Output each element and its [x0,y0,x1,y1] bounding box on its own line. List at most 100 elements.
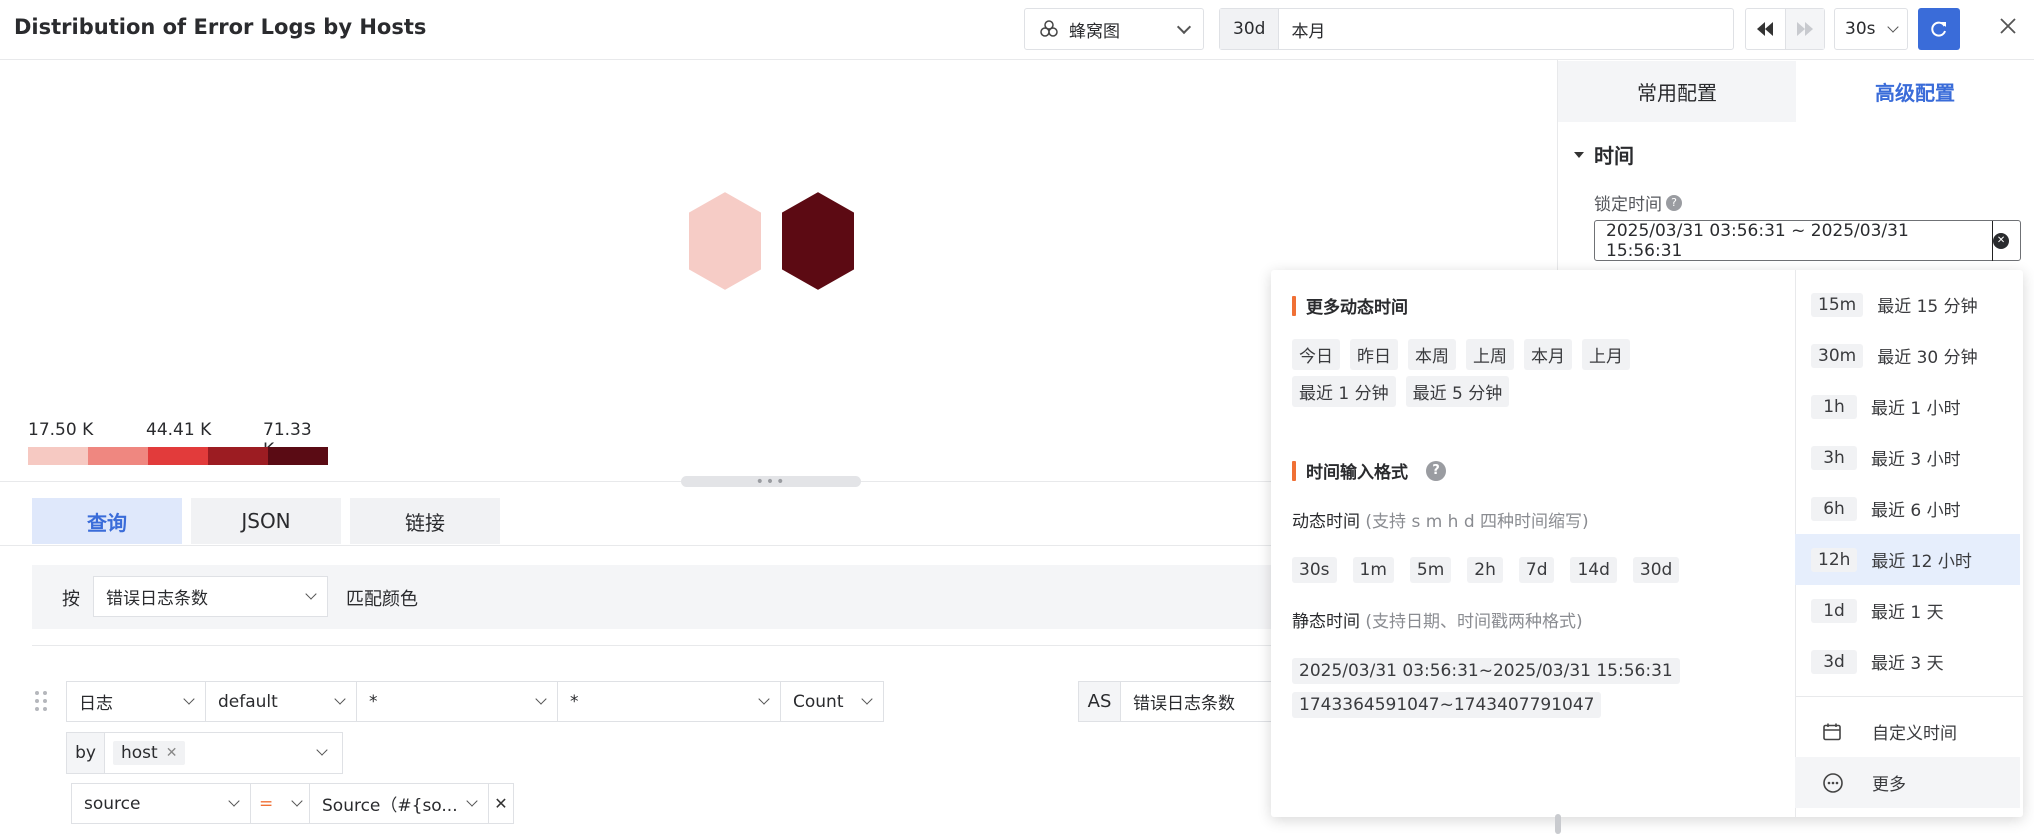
calendar-icon [1823,723,1841,740]
chart-type-label: 蜂窝图 [1069,21,1120,42]
quick-option-12h[interactable]: 12h 最近 12 小时 [1795,534,2020,585]
filter-op-select[interactable]: = [250,783,310,824]
hex-cell[interactable] [780,190,856,292]
step-forward-button[interactable] [1785,9,1824,49]
quick-option-1d[interactable]: 1d 最近 1 天 [1795,585,2020,636]
time-nav-group [1745,8,1825,50]
more-icon [1823,772,1843,793]
chip-this-week[interactable]: 本周 [1408,339,1456,370]
page-title: Distribution of Error Logs by Hosts [14,15,427,39]
legend: 17.50 K 44.41 K 71.33 K [28,420,328,468]
chip-today[interactable]: 今日 [1292,339,1340,370]
example-chip: 30s [1292,557,1337,583]
remove-filter-button[interactable]: ✕ [488,783,514,824]
divider [32,645,1272,646]
index-value: default [218,691,278,712]
chart-type-select[interactable]: 蜂窝图 [1024,8,1204,50]
legend-tick: 17.50 K [28,420,94,440]
quick-option-3h[interactable]: 3h 最近 3 小时 [1795,432,2020,483]
tab-advanced-config[interactable]: 高级配置 [1796,61,2034,122]
alias-input[interactable]: 错误日志条数 [1120,681,1280,722]
tab-link[interactable]: 链接 [350,498,500,544]
chevron-down-icon [1887,20,1899,33]
chevron-down-icon [228,795,240,807]
chip-last-1-min[interactable]: 最近 1 分钟 [1292,376,1396,407]
chevron-down-icon [316,744,328,756]
group-by-field[interactable]: by host ✕ [66,732,343,774]
field-value-2: * [570,691,579,712]
chevron-down-icon [535,693,547,705]
group-by-label: by [67,733,105,773]
custom-time-option[interactable]: 自定义时间 [1795,706,2020,757]
as-label: AS [1078,681,1121,722]
filter-value-select[interactable]: Source（#{so... [309,783,489,824]
index-select[interactable]: default [205,681,357,722]
legend-swatch [148,447,208,465]
drag-handle-icon[interactable] [34,690,48,712]
step-back-button[interactable] [1746,9,1786,49]
chevron-down-icon [183,693,195,705]
time-range-picker[interactable]: 30d 本月 [1219,8,1734,50]
legend-tick: 44.41 K [146,420,212,440]
metric-value: 错误日志条数 [106,589,208,609]
agg-value: Count [793,691,844,712]
chip-last-5-min[interactable]: 最近 5 分钟 [1405,376,1510,407]
quick-option-30m[interactable]: 30m 最近 30 分钟 [1795,330,2020,381]
alias-value: 错误日志条数 [1133,694,1235,714]
popover-divider [1796,696,2023,697]
legend-gradient [28,447,328,465]
clear-icon[interactable]: ✕ [1993,232,2009,249]
help-icon[interactable]: ? [1426,460,1446,481]
divider [0,545,1272,546]
help-icon[interactable]: ? [1666,194,1682,211]
chevron-down-icon [466,795,478,807]
source-type-select[interactable]: 日志 [66,681,206,722]
close-icon[interactable] [1996,14,2020,38]
quick-option-15m[interactable]: 15m 最近 15 分钟 [1795,279,2020,330]
section-time-header[interactable]: 时间 [1574,140,1634,169]
field-select-2[interactable]: * [557,681,781,722]
quick-option-3d[interactable]: 3d 最近 3 天 [1795,636,2020,687]
dynamic-time-title: 更多动态时间 [1292,293,1782,318]
tab-json[interactable]: JSON [191,498,341,544]
chevron-down-icon [334,693,346,705]
format-title: 时间输入格式 ? [1292,458,1782,483]
field-select-1[interactable]: * [356,681,558,722]
scrollbar[interactable] [1555,814,1561,834]
chevron-down-icon [758,693,770,705]
refresh-interval-select[interactable]: 30s [1834,8,1908,50]
example-chip: 1m [1352,557,1394,583]
filter-field-value: source [84,793,141,814]
chip-this-month[interactable]: 本月 [1524,339,1572,370]
tab-common-config[interactable]: 常用配置 [1558,61,1796,122]
lock-time-label: 锁定时间 [1594,195,1662,215]
chip-last-month[interactable]: 上月 [1582,339,1630,370]
lock-time-input[interactable]: 2025/03/31 03:56:31 ~ 2025/03/31 15:56:3… [1594,220,2021,261]
chip-last-week[interactable]: 上周 [1466,339,1514,370]
example-chip: 2h [1467,557,1503,583]
tab-query[interactable]: 查询 [32,498,182,544]
chip-yesterday[interactable]: 昨日 [1350,339,1398,370]
resize-handle[interactable]: ••• [681,475,861,489]
example-chip: 2025/03/31 03:56:31~2025/03/31 15:56:31 [1292,658,1680,684]
group-by-tag[interactable]: host ✕ [113,741,186,765]
section-title: 时间 [1594,144,1634,168]
legend-swatch [268,447,328,465]
chevron-down-icon [305,588,317,600]
filter-op-value: = [259,793,274,814]
honeycomb-chart [687,190,856,292]
agg-select[interactable]: Count [780,681,884,722]
hex-cell[interactable] [687,190,763,292]
remove-tag-icon[interactable]: ✕ [166,745,178,761]
quick-option-1h[interactable]: 1h 最近 1 小时 [1795,381,2020,432]
filter-field-select[interactable]: source [71,783,251,824]
more-option[interactable]: 更多 [1795,757,2020,808]
metric-select[interactable]: 错误日志条数 [93,576,328,617]
chevron-down-icon [291,795,303,807]
refresh-button[interactable] [1918,8,1960,50]
lock-time-label-row: 锁定时间 ? [1594,190,1682,215]
lock-time-value: 2025/03/31 03:56:31 ~ 2025/03/31 15:56:3… [1606,220,1994,261]
quick-option-6h[interactable]: 6h 最近 6 小时 [1795,483,2020,534]
example-chip: 30d [1632,557,1680,583]
example-chip: 14d [1570,557,1617,583]
